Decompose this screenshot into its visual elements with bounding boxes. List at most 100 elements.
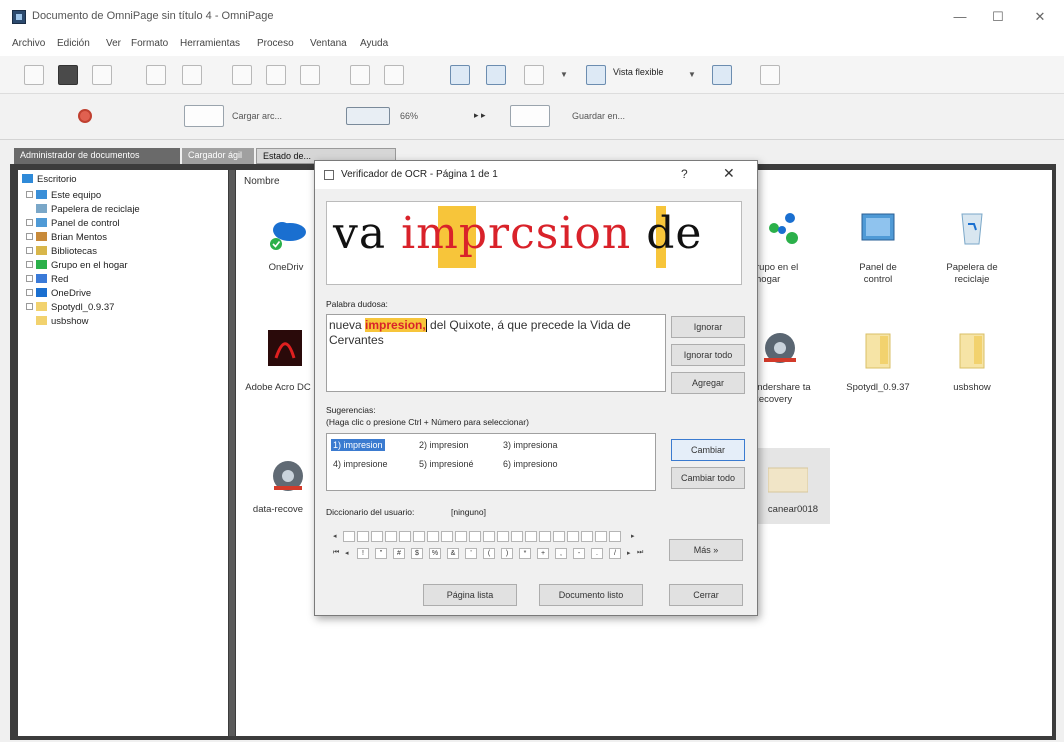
paste-icon[interactable] [300,65,320,85]
save-to-label[interactable]: Guardar en... [572,111,625,121]
wondershare-icon[interactable] [760,330,800,368]
menu-herramientas[interactable]: Herramientas [180,38,240,49]
menu-edicion[interactable]: Edición [57,38,90,49]
chars-prev-icon[interactable]: ◂ [345,549,349,557]
minimize-button[interactable]: — [944,6,976,28]
menu-ventana[interactable]: Ventana [310,38,347,49]
char-cell-empty[interactable] [385,531,397,542]
undo-icon[interactable] [350,65,370,85]
change-button[interactable]: Cambiar [671,439,745,461]
stop-icon[interactable] [78,109,92,123]
view-mode-select[interactable]: Vista flexible [613,67,663,77]
chars-scroll-left-icon[interactable]: ◂ [333,532,337,540]
print-icon[interactable] [146,65,166,85]
expand-icon[interactable] [26,190,33,198]
add-button[interactable]: Agregar [671,372,745,394]
char-cell-empty[interactable] [441,531,453,542]
char-cell[interactable]: $ [411,548,423,559]
menu-proceso[interactable]: Proceso [257,38,294,49]
magnifier-icon[interactable] [524,65,544,85]
menu-ver[interactable]: Ver [106,38,121,49]
char-cell-empty[interactable] [455,531,467,542]
more-button[interactable]: Más » [669,539,743,561]
pane-splitter[interactable] [229,170,235,736]
view-mode-icon[interactable] [586,65,606,85]
char-cell-empty[interactable] [539,531,551,542]
tree-item-escritorio[interactable]: Escritorio [22,173,77,187]
char-cell-empty[interactable] [483,531,495,542]
open-folder-icon[interactable] [58,65,78,85]
page-done-button[interactable]: Página lista [423,584,517,606]
char-cell[interactable]: * [519,548,531,559]
chars-scroll-right-icon[interactable]: ▸ [631,532,635,540]
expand-icon[interactable] [26,288,33,296]
char-cell-empty[interactable] [497,531,509,542]
expand-icon[interactable] [26,246,33,254]
zoom-fit-icon[interactable] [450,65,470,85]
char-cell[interactable]: ( [483,548,495,559]
settings-icon[interactable] [712,65,732,85]
char-cell-empty[interactable] [525,531,537,542]
tab-quick-loader[interactable]: Cargador ágil [182,148,254,164]
change-all-button[interactable]: Cambiar todo [671,467,745,489]
suggestion-6[interactable]: 6) impresiono [501,458,560,470]
expand-icon[interactable] [26,260,33,268]
suggestion-5[interactable]: 5) impresioné [417,458,476,470]
char-cell[interactable]: & [447,548,459,559]
magnifier-dropdown-icon[interactable]: ▼ [560,70,568,79]
chars-first-icon[interactable]: ⏮ [333,549,339,557]
tree-item-onedrive[interactable]: OneDrive [26,287,91,301]
maximize-button[interactable]: ☐ [982,6,1014,28]
char-cell[interactable]: - [573,548,585,559]
char-cell-empty[interactable] [413,531,425,542]
close-window-button[interactable]: ✕ [1024,6,1056,28]
control-panel-icon[interactable] [858,210,898,248]
char-cell-empty[interactable] [609,531,621,542]
load-files-label[interactable]: Cargar arc... [232,111,282,121]
cut-icon[interactable] [232,65,252,85]
menu-ayuda[interactable]: Ayuda [360,38,388,49]
tree-item-grupo-hogar[interactable]: Grupo en el hogar [26,259,128,273]
redo-icon[interactable] [384,65,404,85]
char-cell[interactable]: ' [465,548,477,559]
tree-item-red[interactable]: Red [26,273,68,287]
new-document-icon[interactable] [24,65,44,85]
suggestion-4[interactable]: 4) impresione [331,458,390,470]
help-button[interactable]: ? [681,167,688,181]
char-cell-empty[interactable] [399,531,411,542]
tree-item-papelera[interactable]: Papelera de reciclaje [36,203,140,217]
expand-icon[interactable] [26,302,33,310]
load-files-icon[interactable] [184,105,224,127]
chars-next-icon[interactable]: ▸ [627,549,631,557]
suggestion-1[interactable]: 1) impresion [331,439,385,451]
char-cell-empty[interactable] [553,531,565,542]
char-cell[interactable]: + [537,548,549,559]
expand-icon[interactable] [26,218,33,226]
recycle-bin-icon[interactable] [952,208,992,246]
tree-item-panel-control[interactable]: Panel de control [26,217,120,231]
onedrive-icon[interactable] [268,214,308,252]
adobe-acrobat-icon[interactable] [266,330,306,368]
char-cell[interactable]: . [591,548,603,559]
step-arrows-icon[interactable]: ▸ ▸ [474,110,486,121]
dialog-close-button[interactable]: ✕ [723,165,735,182]
tree-item-usbshow[interactable]: usbshow [36,315,89,329]
char-cell-empty[interactable] [469,531,481,542]
zoom-page-icon[interactable] [486,65,506,85]
char-cell-empty[interactable] [343,531,355,542]
document-done-button[interactable]: Documento listo [539,584,643,606]
char-cell-empty[interactable] [595,531,607,542]
char-cell-empty[interactable] [371,531,383,542]
char-cell-empty[interactable] [357,531,369,542]
ignore-all-button[interactable]: Ignorar todo [671,344,745,366]
char-cell-empty[interactable] [581,531,593,542]
char-cell[interactable]: , [555,548,567,559]
char-cell[interactable]: ) [501,548,513,559]
copy-icon[interactable] [266,65,286,85]
menu-formato[interactable]: Formato [131,38,168,49]
chars-last-icon[interactable]: ⏭ [637,549,643,557]
expand-icon[interactable] [26,274,33,282]
char-cell[interactable]: # [393,548,405,559]
homegroup-icon[interactable] [764,210,804,248]
zoom-level[interactable]: 66% [400,111,418,121]
